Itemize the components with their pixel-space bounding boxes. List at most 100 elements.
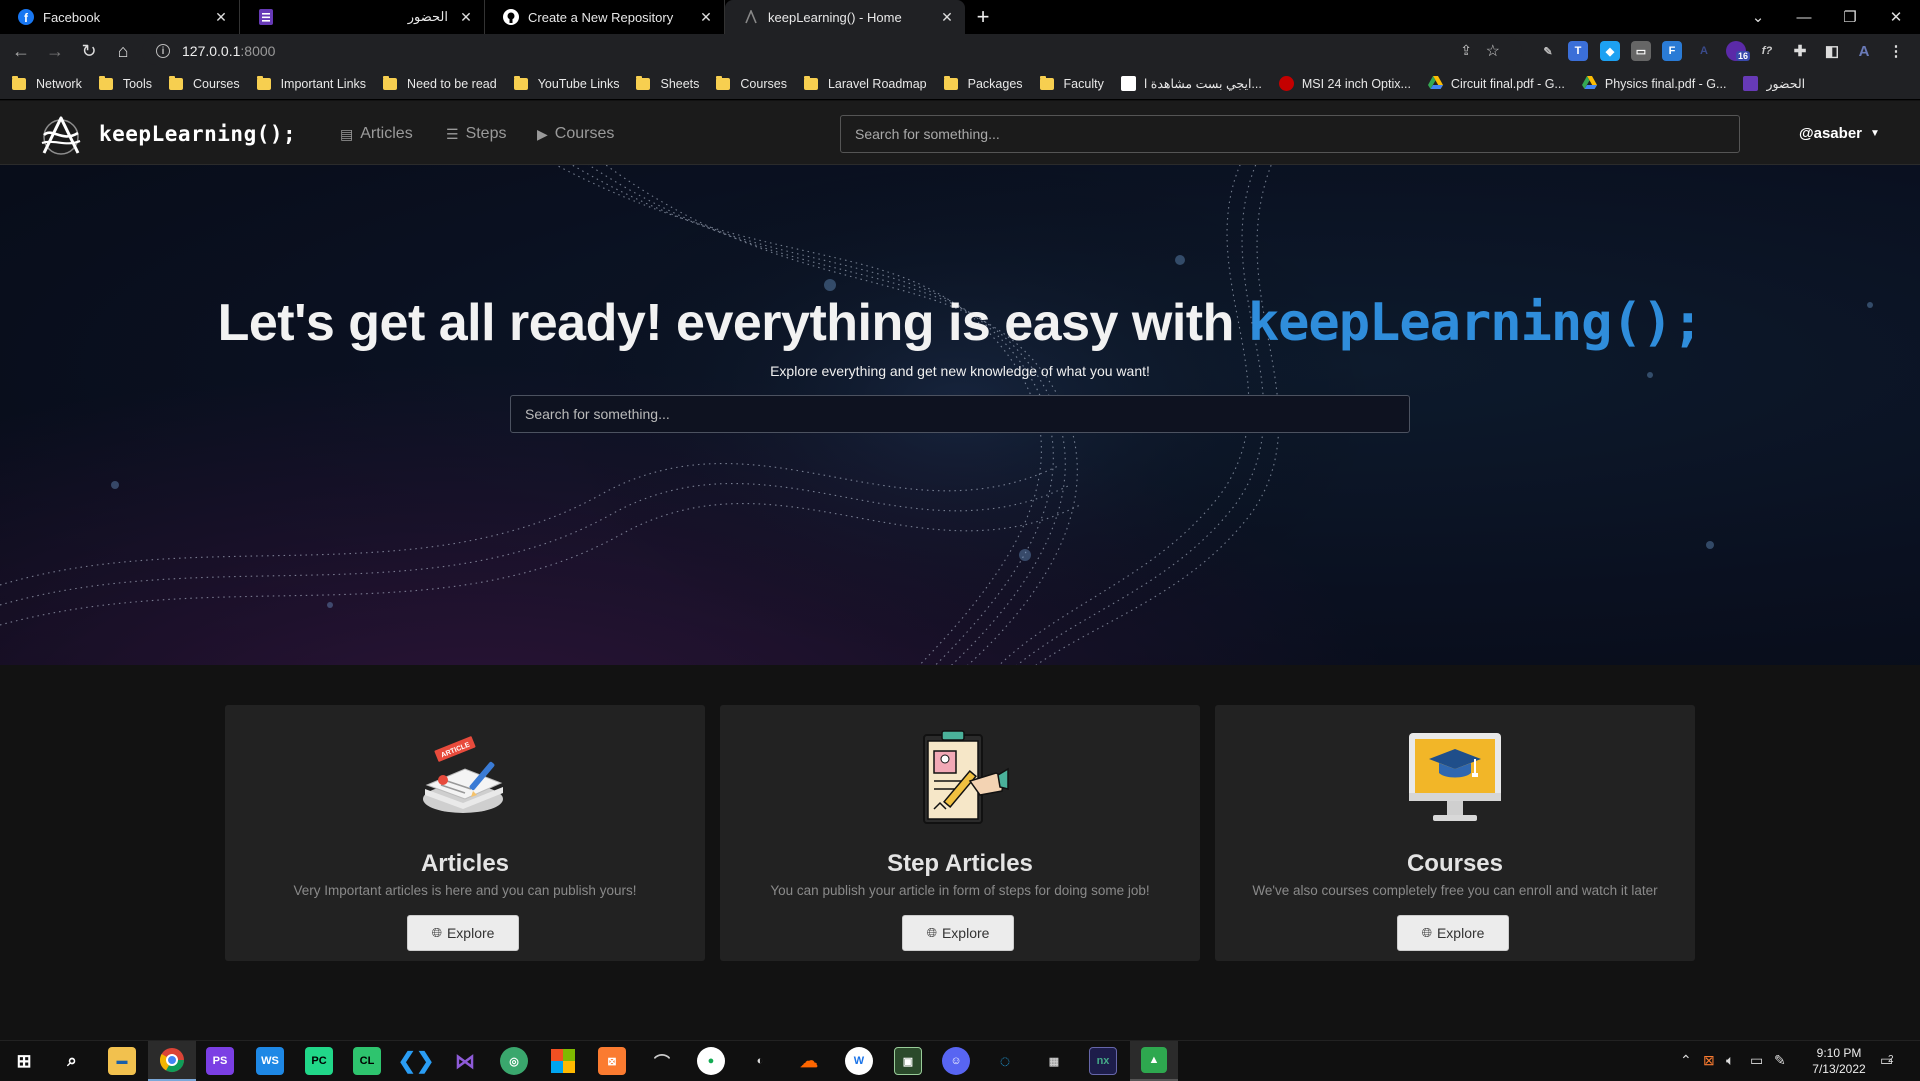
folder-icon: [383, 75, 398, 90]
bookmark-folder[interactable]: Courses: [716, 75, 787, 91]
winrar-icon[interactable]: [549, 1047, 577, 1075]
chrome-icon[interactable]: [148, 1041, 196, 1081]
app-icon[interactable]: ▦: [1040, 1047, 1068, 1075]
nav-courses[interactable]: ▶ Courses: [537, 125, 614, 143]
restore-button[interactable]: ❐: [1827, 0, 1873, 34]
tab-github[interactable]: Create a New Repository ✕: [485, 0, 725, 34]
pycharm-icon[interactable]: PC: [305, 1047, 333, 1075]
file-explorer-icon[interactable]: ▬: [108, 1047, 136, 1075]
explore-steps-button[interactable]: 🌐︎ Explore: [902, 915, 1014, 951]
share-icon[interactable]: ⇪: [1460, 42, 1472, 59]
network-icon[interactable]: ▭: [1750, 1052, 1763, 1069]
mongodb-icon[interactable]: ●: [697, 1047, 725, 1075]
taskbar-clock[interactable]: 9:10 PM 7/13/2022: [1800, 1045, 1878, 1077]
navbar-search-input[interactable]: [840, 115, 1740, 153]
vscode-icon[interactable]: ❮❯: [398, 1047, 435, 1075]
profile-icon[interactable]: A: [1854, 41, 1874, 61]
app-icon[interactable]: ◎: [500, 1047, 528, 1075]
extension-badge-icon[interactable]: 16: [1726, 41, 1751, 61]
minimize-button[interactable]: —: [1781, 0, 1827, 34]
visual-studio-icon[interactable]: ⋈: [451, 1047, 479, 1075]
new-tab-button[interactable]: +: [965, 0, 1001, 34]
bookmark-folder[interactable]: Laravel Roadmap: [803, 75, 927, 91]
close-window-button[interactable]: ✕: [1873, 0, 1919, 34]
app-icon[interactable]: ◌: [991, 1047, 1019, 1075]
folder-icon: [636, 75, 651, 90]
brand-name[interactable]: keepLearning();: [99, 122, 296, 146]
keeplearning-logo-icon[interactable]: [38, 113, 84, 159]
puzzle-icon[interactable]: ✚: [1790, 41, 1810, 61]
close-tab-icon[interactable]: ✕: [698, 9, 714, 25]
extension-icon[interactable]: A: [1694, 41, 1714, 61]
bookmark-folder[interactable]: Network: [12, 75, 82, 91]
extension-icon[interactable]: ◆: [1600, 41, 1620, 61]
site-info-icon[interactable]: i: [156, 44, 170, 58]
translate-extension-icon[interactable]: T: [1568, 41, 1588, 61]
extension-icon[interactable]: ▭: [1631, 41, 1651, 61]
app-icon[interactable]: ◐: [746, 1047, 774, 1075]
pen-icon[interactable]: ✎: [1774, 1052, 1786, 1069]
hero-search-input[interactable]: [510, 395, 1410, 433]
newspaper-icon: ▤: [340, 125, 354, 142]
nav-steps[interactable]: ☰ Steps: [446, 125, 506, 143]
app-icon[interactable]: ▲: [1130, 1041, 1178, 1081]
address-bar[interactable]: i 127.0.0.1:8000 ⇪ ☆: [142, 37, 1522, 65]
card-description: Very Important articles is here and you …: [293, 883, 637, 898]
tab-keeplearning[interactable]: keepLearning() - Home ✕: [725, 0, 965, 34]
bookmark-folder[interactable]: Packages: [943, 75, 1023, 91]
bookmark-folder[interactable]: Courses: [169, 75, 240, 91]
nav-label: Courses: [554, 125, 615, 142]
bookmark-link[interactable]: Physics final.pdf - G...: [1581, 76, 1726, 91]
bookmark-link[interactable]: Circuit final.pdf - G...: [1427, 76, 1565, 91]
app-icon[interactable]: ▣: [894, 1047, 922, 1075]
bookmark-folder[interactable]: Need to be read: [383, 75, 497, 91]
extension-pen-icon[interactable]: ✎: [1538, 41, 1558, 61]
app-icon[interactable]: W: [845, 1047, 873, 1075]
side-panel-icon[interactable]: ◧: [1822, 41, 1842, 61]
tab-attendance[interactable]: الحضور ✕: [240, 0, 485, 34]
menu-icon[interactable]: ⋮: [1886, 41, 1906, 61]
bookmark-link[interactable]: MSI 24 inch Optix...: [1278, 76, 1411, 91]
bookmark-star-icon[interactable]: ☆: [1486, 41, 1500, 61]
phpstorm-icon[interactable]: PS: [206, 1047, 234, 1075]
app-icon[interactable]: ⌒: [648, 1047, 676, 1075]
xampp-icon[interactable]: ⊠: [598, 1047, 626, 1075]
google-drive-icon: [1581, 76, 1597, 91]
bookmark-link[interactable]: ايجي بست مشاهدة ا...: [1120, 76, 1262, 91]
show-hidden-icons-icon[interactable]: ⌃: [1680, 1052, 1692, 1069]
clion-icon[interactable]: CL: [353, 1047, 381, 1075]
close-tab-icon[interactable]: ✕: [458, 9, 474, 25]
notifications-icon[interactable]: ▭ 2: [1880, 1052, 1894, 1069]
soundcloud-icon[interactable]: ☁: [795, 1047, 823, 1075]
reload-icon[interactable]: ↻: [76, 38, 102, 64]
bookmark-folder[interactable]: Faculty: [1039, 75, 1104, 91]
formula-extension-icon[interactable]: f?: [1757, 41, 1777, 61]
nox-icon[interactable]: nx: [1089, 1047, 1117, 1075]
explore-courses-button[interactable]: 🌐︎ Explore: [1397, 915, 1509, 951]
font-extension-icon[interactable]: F: [1662, 41, 1682, 61]
search-icon[interactable]: ⌕: [58, 1047, 86, 1075]
nav-articles[interactable]: ▤ Articles: [340, 125, 413, 143]
bookmark-folder[interactable]: Tools: [98, 75, 152, 91]
discord-icon[interactable]: ☺: [942, 1047, 970, 1075]
close-tab-icon[interactable]: ✕: [213, 9, 229, 25]
explore-articles-button[interactable]: 🌐︎ Explore: [407, 915, 519, 951]
user-dropdown[interactable]: @asaber ▼: [1799, 125, 1880, 142]
webstorm-icon[interactable]: WS: [256, 1047, 284, 1075]
bookmark-folder[interactable]: Sheets: [636, 75, 699, 91]
volume-icon[interactable]: 🔈︎: [1726, 1052, 1734, 1069]
close-tab-icon[interactable]: ✕: [939, 9, 955, 25]
bookmark-folder[interactable]: Important Links: [256, 75, 366, 91]
tab-search-icon[interactable]: ⌄: [1735, 0, 1781, 34]
forward-icon[interactable]: →: [42, 38, 68, 64]
card-description: You can publish your article in form of …: [770, 883, 1150, 898]
tab-facebook[interactable]: f Facebook ✕: [0, 0, 240, 34]
bookmark-link[interactable]: الحضور: [1743, 76, 1805, 91]
folder-icon: [1039, 75, 1054, 90]
windows-start-icon[interactable]: ⊞: [10, 1047, 38, 1075]
bookmark-folder[interactable]: YouTube Links: [513, 75, 619, 91]
home-icon[interactable]: ⌂: [110, 38, 136, 64]
course-monitor-icon: [1409, 733, 1501, 821]
xampp-tray-icon[interactable]: ⊠: [1703, 1052, 1715, 1069]
back-icon[interactable]: ←: [8, 38, 34, 64]
